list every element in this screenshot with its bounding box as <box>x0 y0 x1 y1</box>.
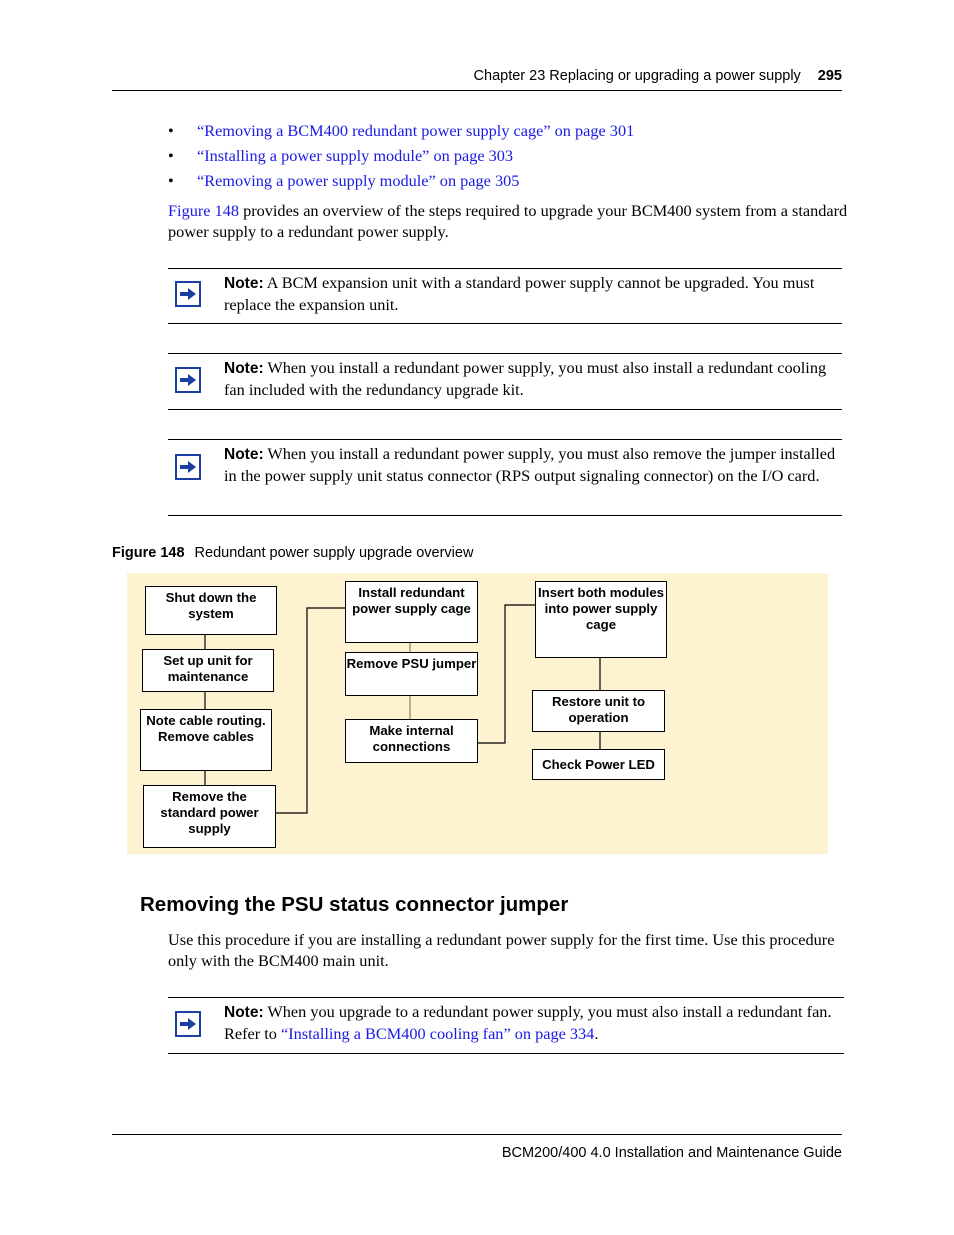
connector-line <box>275 607 345 814</box>
note-box: Note: A BCM expansion unit with a standa… <box>168 268 842 324</box>
step-box-insert-modules: Insert both modules into power supply ca… <box>535 581 667 658</box>
note-body: A BCM expansion unit with a standard pow… <box>224 273 815 314</box>
page-header: Chapter 23 Replacing or upgrading a powe… <box>112 68 842 91</box>
note-label: Note: <box>224 275 264 292</box>
figure-link[interactable]: Figure 148 <box>168 201 239 220</box>
note-text: Note: When you upgrade to a redundant po… <box>224 1002 839 1044</box>
step-box-remove-standard-psu: Remove the standard power supply <box>143 785 276 848</box>
link-installing-cooling-fan[interactable]: “Installing a BCM400 cooling fan” on pag… <box>281 1024 594 1043</box>
note-label: Note: <box>224 1004 264 1021</box>
bullet-icon: • <box>168 171 174 190</box>
step-label: Make internal connections <box>369 723 454 754</box>
link-removing-psu-module[interactable]: “Removing a power supply module” on page… <box>197 171 519 190</box>
list-item: • “Installing a power supply module” on p… <box>168 145 634 170</box>
figure-title: Redundant power supply upgrade overview <box>194 545 474 561</box>
step-label: Set up unit for maintenance <box>163 653 253 684</box>
step-label: Check Power LED <box>542 756 655 772</box>
step-label: Remove the standard power supply <box>160 789 259 836</box>
note-text: Note: When you install a redundant power… <box>224 444 839 486</box>
note-text: Note: When you install a redundant power… <box>224 358 839 400</box>
step-label: Install redundant power supply cage <box>352 585 471 616</box>
guide-title: BCM200/400 4.0 Installation and Maintena… <box>501 1145 842 1161</box>
figure-label: Figure 148 <box>112 545 185 561</box>
note-box: Note: When you install a redundant power… <box>168 353 842 410</box>
step-label: Remove PSU jumper <box>346 656 477 671</box>
link-removing-rps-cage[interactable]: “Removing a BCM400 redundant power suppl… <box>197 121 634 140</box>
link-installing-psu-module[interactable]: “Installing a power supply module” on pa… <box>197 146 513 165</box>
note-label: Note: <box>224 360 264 377</box>
step-box-install-rps-cage: Install redundant power supply cage <box>345 581 478 643</box>
bullet-icon: • <box>168 121 174 140</box>
step-box-note-cable-routing: Note cable routing. Remove cables <box>140 709 272 771</box>
arrow-right-icon <box>175 367 201 393</box>
arrow-right-icon <box>175 281 201 307</box>
step-box-set-up-unit: Set up unit for maintenance <box>142 649 274 692</box>
chapter-title: Chapter 23 Replacing or upgrading a powe… <box>473 68 801 84</box>
connector-line <box>477 604 535 744</box>
note-label: Note: <box>224 446 264 463</box>
step-box-check-power-led: Check Power LED <box>532 749 665 780</box>
step-label: Insert both modules into power supply ca… <box>537 585 665 632</box>
flow-diagram: Shut down the system Set up unit for mai… <box>127 573 828 854</box>
step-box-remove-psu-jumper: Remove PSU jumper <box>345 652 478 696</box>
section-paragraph: Use this procedure if you are installing… <box>168 930 835 970</box>
bullet-icon: • <box>168 146 174 165</box>
step-box-shut-down: Shut down the system <box>145 586 277 635</box>
figure-caption: Figure 148 Redundant power supply upgrade… <box>112 545 473 561</box>
arrow-right-icon <box>175 1011 201 1037</box>
step-label: Shut down the system <box>165 590 257 621</box>
step-label: Restore unit to operation <box>551 694 646 725</box>
note-text: Note: A BCM expansion unit with a standa… <box>224 273 839 315</box>
note-body: When you install a redundant power suppl… <box>224 358 827 399</box>
note-box: Note: When you install a redundant power… <box>168 439 842 516</box>
arrow-right-icon <box>175 454 201 480</box>
list-item: • “Removing a power supply module” on pag… <box>168 170 634 195</box>
note-body: When you install a redundant power suppl… <box>224 444 836 485</box>
section-heading: Removing the PSU status connector jumper <box>140 893 569 916</box>
list-item: • “Removing a BCM400 redundant power supp… <box>168 120 634 145</box>
intro-paragraph: Figure 148 provides an overview of the s… <box>168 201 848 242</box>
step-label: Note cable routing. Remove cables <box>146 713 266 744</box>
page-footer: BCM200/400 4.0 Installation and Maintena… <box>112 1134 842 1161</box>
step-box-make-internal-connections: Make internal connections <box>345 719 478 763</box>
intro-text: provides an overview of the steps requir… <box>168 201 848 241</box>
page-number: 295 <box>817 68 842 84</box>
note-box: Note: When you upgrade to a redundant po… <box>168 997 844 1054</box>
note-body-end: . <box>594 1023 599 1043</box>
related-links-list: • “Removing a BCM400 redundant power supp… <box>168 120 634 195</box>
step-box-restore-unit: Restore unit to operation <box>532 690 665 732</box>
